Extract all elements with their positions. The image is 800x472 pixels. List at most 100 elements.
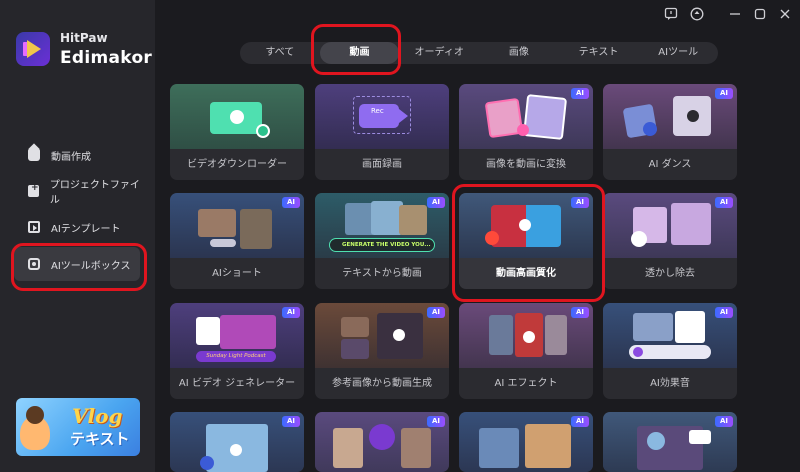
rec-camera-icon: Rec	[359, 104, 399, 128]
effect-thumb	[489, 315, 513, 355]
reference-image	[341, 339, 369, 359]
photo-illustration	[399, 205, 427, 235]
tool-card-row4-3[interactable]: AI	[459, 412, 593, 472]
label-illustration	[689, 430, 711, 444]
play-icon	[393, 329, 405, 341]
brand-name: Edimakor	[60, 48, 153, 68]
card-label: テキストから動画	[342, 268, 422, 279]
ai-icon	[200, 456, 214, 470]
tool-card-ai-shorts[interactable]: AI AIショート	[170, 193, 304, 289]
reference-image	[341, 317, 369, 337]
tool-card-reference-image-to-video[interactable]: AI 参考画像から動画生成	[315, 303, 449, 399]
tab-all[interactable]: すべて	[240, 42, 320, 64]
card-thumbnail: Rec	[315, 84, 449, 149]
ai-badge: AI	[571, 416, 589, 427]
tool-card-row4-1[interactable]: AI	[170, 412, 304, 472]
card-label: AIショート	[212, 268, 262, 279]
clip-illustration	[240, 209, 272, 249]
video-illustration	[633, 313, 673, 341]
camera-lens	[399, 109, 408, 123]
play-icon	[523, 331, 535, 343]
feedback-icon[interactable]	[664, 7, 678, 21]
clip-illustration	[401, 428, 431, 468]
podcast-title-bar: Sunday Light Podcast	[196, 351, 276, 362]
app-logo	[16, 32, 50, 66]
tool-card-video-enhance[interactable]: AI 動画高画質化	[459, 193, 593, 289]
ai-badge: AI	[571, 307, 589, 318]
ai-badge: AI	[571, 88, 589, 99]
ai-badge: AI	[715, 307, 733, 318]
sidebar-item-create-video[interactable]: 動画作成	[14, 138, 140, 172]
tab-text[interactable]: テキスト	[559, 42, 639, 64]
tool-card-video-downloader[interactable]: ビデオダウンローダー	[170, 84, 304, 180]
template-icon	[28, 221, 40, 233]
promo-subtitle: テキスト	[70, 430, 130, 448]
tool-card-screen-record[interactable]: Rec 画面録画	[315, 84, 449, 180]
card-label: 動画高画質化	[496, 268, 556, 279]
sidebar-item-project-files[interactable]: プロジェクトファイル	[14, 174, 140, 208]
tab-ai-tools[interactable]: AIツール	[638, 42, 718, 64]
podcast-video-illustration	[220, 315, 276, 349]
ai-badge: AI	[715, 416, 733, 427]
maximize-icon[interactable]	[753, 7, 767, 21]
ai-badge: AI	[282, 197, 300, 208]
face-illustration	[647, 432, 665, 450]
sidebar: HitPaw Edimakor 動画作成 プロジェクトファイル AIテンプレート…	[0, 0, 155, 472]
card-thumbnail	[170, 84, 304, 149]
brand-name-small: HitPaw	[60, 31, 108, 45]
clip-illustration	[198, 209, 236, 237]
sidebar-item-label: AIテンプレート	[51, 223, 121, 235]
sidebar-item-ai-toolbox[interactable]: AIツールボックス	[14, 247, 140, 281]
close-icon[interactable]	[778, 7, 792, 21]
tab-image[interactable]: 画像	[479, 42, 559, 64]
tool-card-text-to-video[interactable]: GENERATE THE VIDEO YOU... AI テキストから動画	[315, 193, 449, 289]
prompt-bar: GENERATE THE VIDEO YOU...	[329, 238, 435, 252]
card-label: 参考画像から動画生成	[332, 378, 432, 389]
tool-card-row4-4[interactable]: AI	[603, 412, 737, 472]
sidebar-item-label: 動画作成	[51, 151, 91, 163]
tool-card-ai-sound-effects[interactable]: AI AI効果音	[603, 303, 737, 399]
promo-banner[interactable]: Vlog テキスト	[16, 398, 140, 456]
ai-badge: AI	[427, 416, 445, 427]
tab-video[interactable]: 動画	[319, 42, 400, 64]
home-icon	[28, 149, 40, 161]
photo-illustration	[671, 203, 711, 245]
category-tabs: すべて 動画 オーディオ 画像 テキスト AIツール	[240, 42, 718, 64]
clip-illustration	[333, 428, 363, 468]
minimize-icon[interactable]	[728, 7, 742, 21]
card-label: ビデオダウンローダー	[187, 159, 287, 170]
photo-illustration	[479, 428, 519, 468]
compare-handle-icon	[519, 219, 531, 231]
ai-badge: AI	[571, 197, 589, 208]
promo-title: Vlog	[72, 404, 123, 428]
tab-audio[interactable]: オーディオ	[399, 42, 479, 64]
ai-badge: AI	[282, 307, 300, 318]
tool-card-ai-effects[interactable]: AI AI エフェクト	[459, 303, 593, 399]
download-icon	[256, 124, 270, 138]
card-label: AI ビデオ ジェネレーター	[178, 378, 296, 389]
ai-badge: AI	[427, 197, 445, 208]
ai-badge: AI	[282, 416, 300, 427]
eraser-icon	[631, 231, 647, 247]
ai-badge: AI	[715, 197, 733, 208]
card-label: 画像を動画に変換	[486, 159, 566, 170]
record-icon	[485, 231, 499, 245]
upload-icon[interactable]	[690, 7, 704, 21]
tool-card-row4-2[interactable]: AI	[315, 412, 449, 472]
effect-thumb	[545, 315, 567, 355]
tool-card-watermark-remove[interactable]: AI 透かし除去	[603, 193, 737, 289]
sidebar-item-label: プロジェクトファイル	[49, 180, 140, 206]
ai-badge: AI	[715, 88, 733, 99]
music-note-icon	[633, 347, 643, 357]
tool-card-image-to-video[interactable]: AI 画像を動画に変換	[459, 84, 593, 180]
tool-card-ai-video-generator[interactable]: Sunday Light Podcast AI AI ビデオ ジェネレーター	[170, 303, 304, 399]
ai-icon	[643, 122, 657, 136]
tool-card-ai-dance[interactable]: AI AI ダンス	[603, 84, 737, 180]
sidebar-item-ai-templates[interactable]: AIテンプレート	[14, 210, 140, 244]
plus-icon	[517, 124, 529, 136]
sidebar-item-label: AIツールボックス	[51, 260, 131, 272]
play-icon	[230, 444, 242, 456]
faces-illustration	[525, 424, 571, 468]
play-icon	[687, 110, 699, 122]
merge-icon	[369, 424, 395, 450]
